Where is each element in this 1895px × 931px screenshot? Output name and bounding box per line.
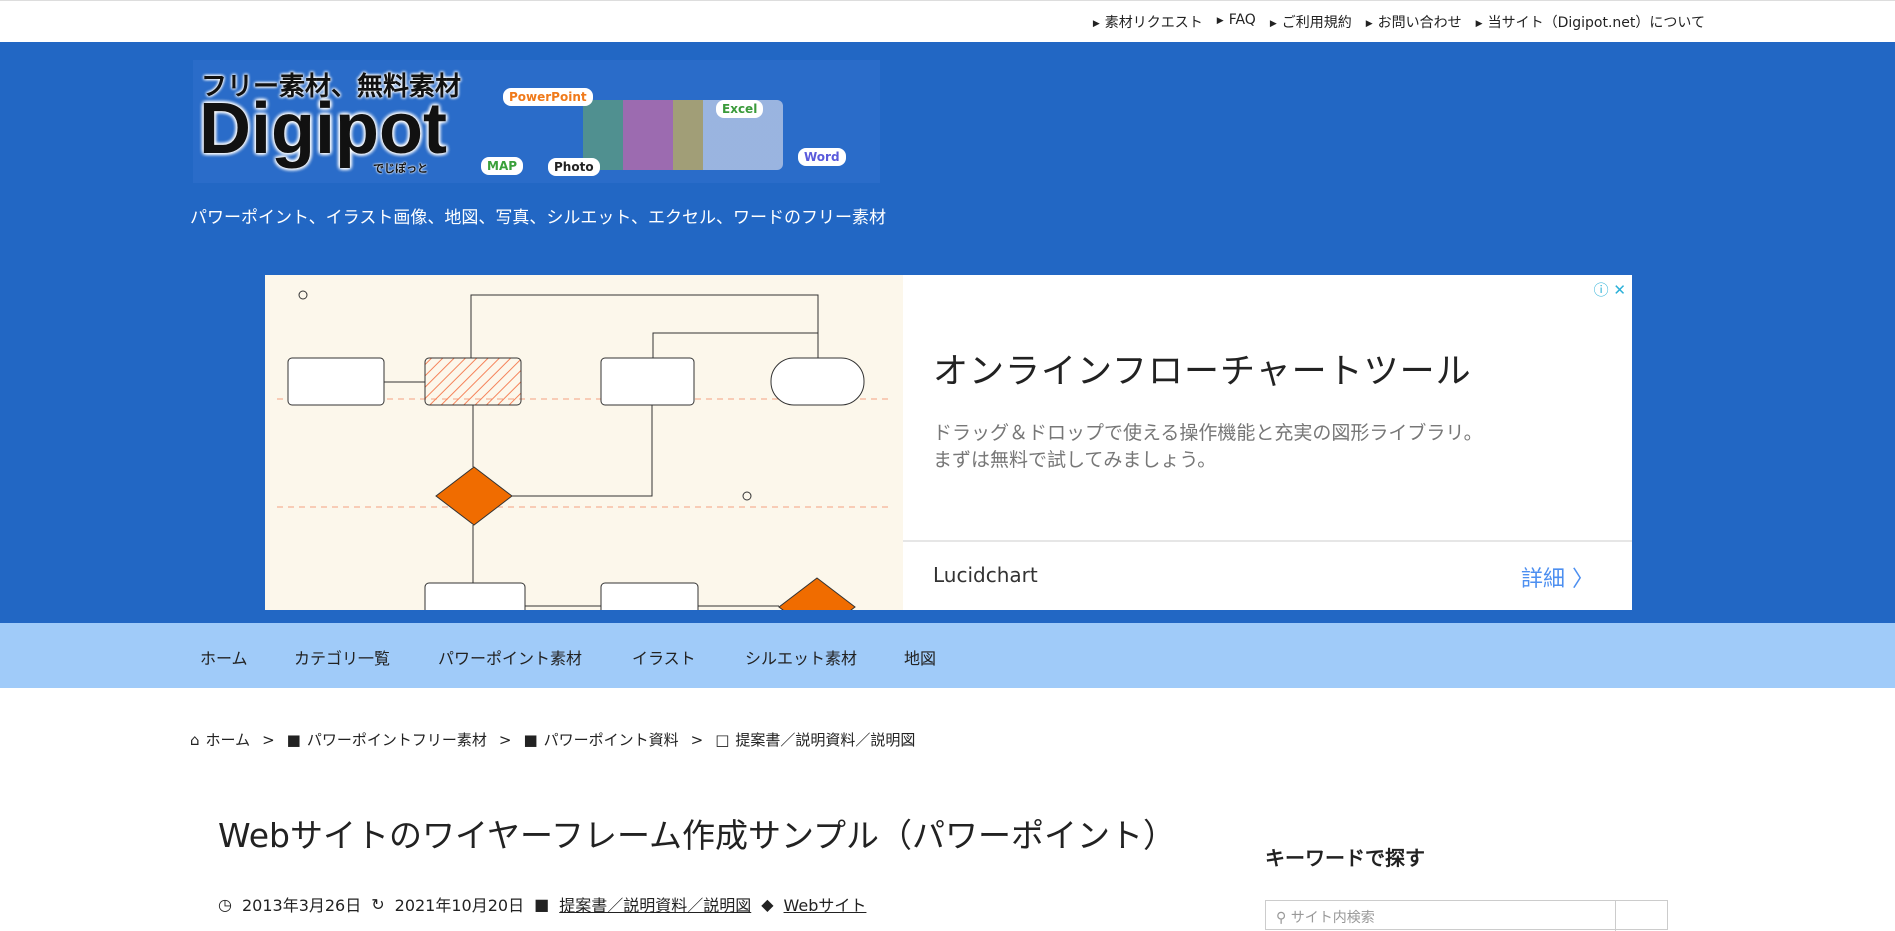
ad-description: ドラッグ＆ドロップで使える操作機能と充実の図形ライブラリ。 まずは無料で試してみま… xyxy=(933,420,1483,474)
nav-home[interactable]: ホーム xyxy=(200,645,248,669)
ad-text-panel: ⓘ ✕ オンラインフローチャートツール ドラッグ＆ドロップで使える操作機能と充実… xyxy=(903,275,1632,610)
bubble-photo: Photo xyxy=(548,158,600,176)
logo-kana: でじぽっと xyxy=(373,162,428,175)
link-label: 当サイト（Digipot.net）について xyxy=(1487,15,1705,31)
top-link-terms[interactable]: ▶ ご利用規約 xyxy=(1270,12,1352,32)
breadcrumb-item[interactable]: パワーポイント資料 xyxy=(544,729,679,750)
ad-desc-line: ドラッグ＆ドロップで使える操作機能と充実の図形ライブラリ。 xyxy=(933,422,1483,444)
top-link-faq[interactable]: ▶ FAQ xyxy=(1217,12,1256,32)
tag-link[interactable]: Webサイト xyxy=(784,892,867,916)
sidebar-search-heading: キーワードで探す xyxy=(1265,846,1425,870)
published-date: 2013年3月26日 xyxy=(241,896,362,915)
top-links: ▶ 素材リクエスト ▶ FAQ ▶ ご利用規約 ▶ お問い合わせ ▶ 当サイト（Digip… xyxy=(1093,12,1705,32)
page-title: Webサイトのワイヤーフレーム作成サンプル（パワーポイント） xyxy=(218,816,1176,855)
bubble-map: MAP xyxy=(481,157,524,175)
ad-more-button[interactable]: 詳細 〉 xyxy=(1521,561,1594,593)
nav-categories[interactable]: カテゴリ一覧 xyxy=(294,645,390,669)
nav-map[interactable]: 地図 xyxy=(904,645,936,669)
breadcrumb: ⌂ ホーム > ■ パワーポイントフリー素材 > ■ パワーポイント資料 > □ 提案書／説明… xyxy=(190,729,915,750)
bubble-word: Word xyxy=(798,148,846,166)
updated-date: 2021年10月20日 xyxy=(394,896,525,915)
search-input[interactable]: ⚲ サイト内検索 xyxy=(1265,900,1668,931)
nav-illust[interactable]: イラスト xyxy=(632,645,696,669)
ad-more-label: 詳細 xyxy=(1520,567,1565,592)
site-header: フリー素材、無料素材 Digipot でじぽっと PowerPoint Exce… xyxy=(0,42,1895,623)
link-label: 素材リクエスト xyxy=(1104,15,1203,31)
search-icon: ⚲ xyxy=(1276,910,1291,926)
logo-text: Digipot xyxy=(199,89,447,169)
breadcrumb-separator: > xyxy=(498,730,512,749)
folder-icon: ■ xyxy=(523,730,538,749)
chevron-right-icon: 〉 xyxy=(1571,567,1594,592)
main-nav: ホーム カテゴリ一覧 パワーポイント素材 イラスト シルエット素材 地図 xyxy=(0,623,1895,688)
flowchart-illustration xyxy=(277,290,891,610)
ad-flowchart-image xyxy=(265,275,903,610)
folder-icon: ■ xyxy=(286,730,301,749)
site-tagline: パワーポイント、イラスト画像、地図、写真、シルエット、エクセル、ワードのフリー素… xyxy=(190,208,886,228)
ad-divider xyxy=(903,540,1632,542)
top-link-contact[interactable]: ▶ お問い合わせ xyxy=(1366,12,1462,32)
top-bar: ▶ 素材リクエスト ▶ FAQ ▶ ご利用規約 ▶ お問い合わせ ▶ 当サイト（Digip… xyxy=(0,0,1895,42)
ad-info-close-icon[interactable]: ⓘ ✕ xyxy=(1594,279,1626,300)
link-label: ご利用規約 xyxy=(1281,15,1352,31)
article-meta: ◷ 2013年3月26日 ↻ 2021年10月20日 ■ 提案書／説明資料／説明図 ◆… xyxy=(218,892,866,916)
category-link[interactable]: 提案書／説明資料／説明図 xyxy=(559,892,751,916)
breadcrumb-separator: > xyxy=(690,730,704,749)
folder-open-icon: □ xyxy=(715,730,730,749)
link-label: FAQ xyxy=(1228,12,1256,28)
bubble-powerpoint: PowerPoint xyxy=(503,88,593,106)
folder-icon: ■ xyxy=(534,894,550,914)
breadcrumb-home[interactable]: ホーム xyxy=(206,729,251,750)
breadcrumb-separator: > xyxy=(262,730,275,749)
search-placeholder: サイト内検索 xyxy=(1290,910,1375,926)
site-logo[interactable]: フリー素材、無料素材 Digipot でじぽっと PowerPoint Exce… xyxy=(193,60,880,183)
advertisement[interactable]: ⓘ ✕ オンラインフローチャートツール ドラッグ＆ドロップで使える操作機能と充実… xyxy=(265,275,1632,610)
search-button[interactable] xyxy=(1615,901,1667,931)
breadcrumb-current: 提案書／説明資料／説明図 xyxy=(735,731,916,749)
clock-icon: ◷ xyxy=(218,894,232,914)
nav-powerpoint[interactable]: パワーポイント素材 xyxy=(438,645,582,669)
ad-title[interactable]: オンラインフローチャートツール xyxy=(933,343,1472,394)
home-icon: ⌂ xyxy=(190,730,200,749)
link-label: お問い合わせ xyxy=(1377,15,1462,31)
refresh-icon: ↻ xyxy=(371,894,385,914)
top-link-about[interactable]: ▶ 当サイト（Digipot.net）について xyxy=(1476,12,1705,32)
ad-desc-line: まずは無料で試してみましょう。 xyxy=(933,449,1217,471)
tag-icon: ◆ xyxy=(761,894,774,914)
top-link-request[interactable]: ▶ 素材リクエスト xyxy=(1093,12,1203,32)
nav-silhouette[interactable]: シルエット素材 xyxy=(745,645,857,669)
ad-brand: Lucidchart xyxy=(933,563,1038,587)
breadcrumb-item[interactable]: パワーポイントフリー素材 xyxy=(307,729,487,750)
bubble-excel: Excel xyxy=(716,100,764,118)
